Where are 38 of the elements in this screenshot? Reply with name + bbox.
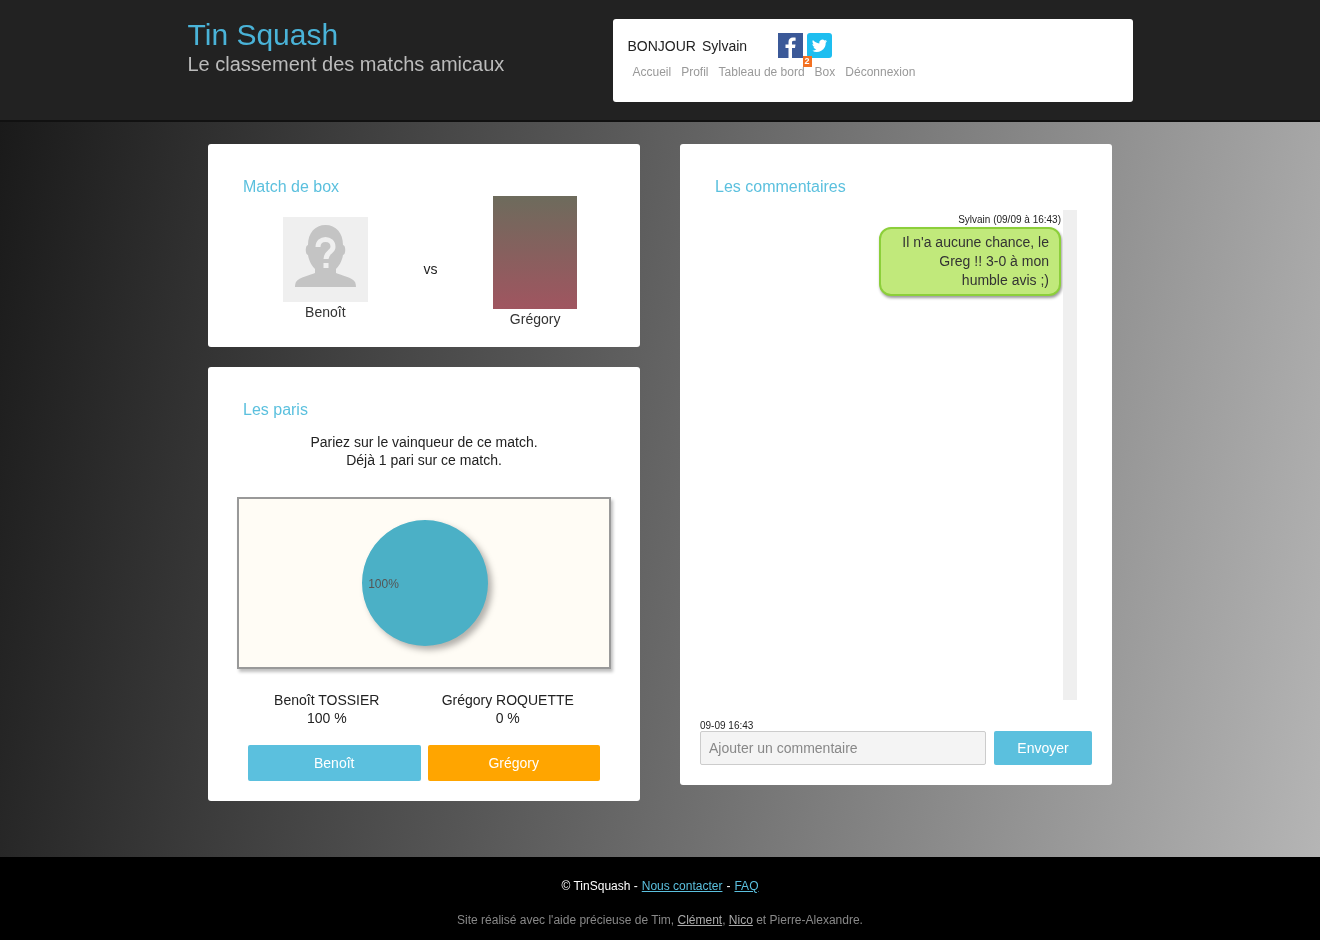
card-title: Match de box: [243, 178, 341, 196]
site-subtitle: Le classement des matchs amicaux: [187, 52, 505, 76]
bet-button[interactable]: Benoît: [248, 745, 421, 781]
user-name: Sylvain: [701, 37, 749, 54]
comment-bubble: Il n'a aucune chance, le Greg !! 3-0 à mon humble avis ;): [879, 227, 1061, 296]
credits-text: Site réalisé avec l'aide précieuse de Tim, Clément, Nico et Pierre-Alexandre.: [457, 913, 863, 927]
send-button[interactable]: Envoyer: [994, 731, 1092, 765]
slice-label: 100%: [368, 577, 399, 591]
nav-link[interactable]: Déconnexion: [845, 65, 916, 79]
separator-text: -: [726, 879, 731, 893]
site-title: Tin Squash: [187, 18, 340, 52]
nav-link[interactable]: Tableau de bord: [718, 65, 805, 79]
nav-link[interactable]: Profil: [681, 65, 709, 79]
bet-share: 100 %: [305, 709, 348, 727]
comment-author: Sylvain (09/09 à 16:43): [958, 214, 1061, 225]
bets-info-text: Pariez sur le vainqueur de ce match.: [309, 433, 539, 451]
credit-link[interactable]: Nico: [728, 913, 753, 927]
card-title: Les paris: [243, 401, 309, 419]
bettor-name: Benoît TOSSIER: [274, 691, 380, 709]
notification-badge: 2: [802, 56, 812, 67]
facebook-icon[interactable]: [777, 33, 803, 58]
bets-info-text: Déjà 1 pari sur ce match.: [345, 451, 503, 469]
bettor-name: Grégory ROQUETTE: [441, 691, 574, 709]
player-name: Benoît: [305, 304, 346, 320]
scrollbar[interactable]: [1063, 210, 1077, 700]
footer-link[interactable]: FAQ: [734, 879, 759, 893]
copyright-text: © TinSquash -: [561, 879, 638, 893]
card-title: Les commentaires: [715, 178, 847, 196]
nav-link[interactable]: Accueil: [632, 65, 672, 79]
footer-link[interactable]: Nous contacter: [641, 879, 723, 893]
versus-text: vs: [423, 259, 438, 278]
bet-share: 0 %: [494, 709, 521, 727]
nav-link[interactable]: Box: [814, 65, 836, 79]
timestamp: 09-09 16:43: [700, 720, 755, 731]
greeting-text: BONJOUR: [627, 37, 696, 54]
comment-input[interactable]: Ajouter un commentaire: [700, 731, 986, 765]
player-name: Grégory: [509, 311, 561, 327]
bet-button[interactable]: Grégory: [427, 745, 600, 781]
